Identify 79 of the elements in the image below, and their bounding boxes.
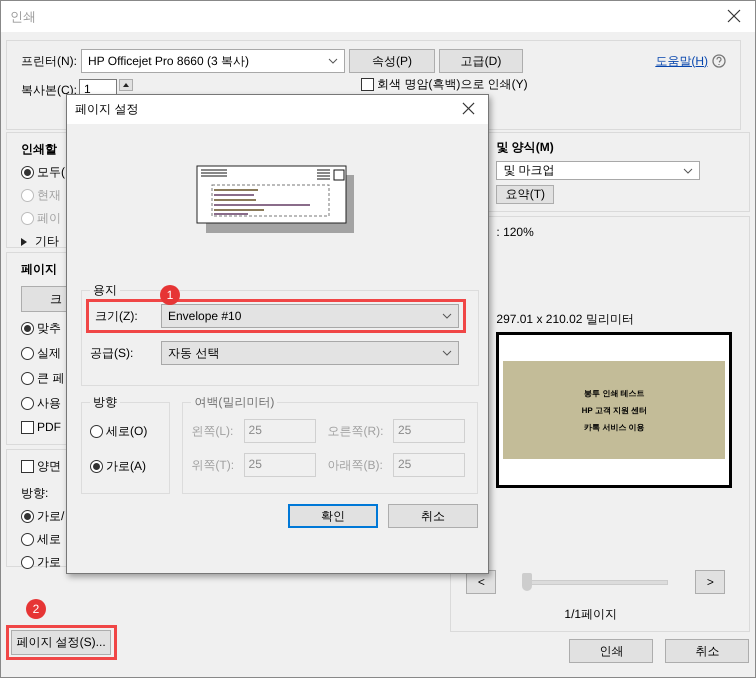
- radio-label: 세로(O): [106, 423, 148, 440]
- margin-label: 아래쪽(B):: [328, 456, 384, 474]
- checkbox[interactable]: [21, 420, 34, 434]
- ok-button[interactable]: 확인: [288, 504, 378, 528]
- slider-thumb[interactable]: [522, 573, 532, 591]
- radio-button[interactable]: [21, 347, 34, 360]
- preview-text: HP 고객 지원 센터: [582, 404, 648, 416]
- radio-button[interactable]: [21, 510, 34, 523]
- checkbox[interactable]: [21, 460, 34, 473]
- chevron-icon: [328, 58, 338, 64]
- step-badge: 1: [160, 285, 180, 305]
- page-counter: 1/1페이지: [564, 606, 618, 623]
- checkbox-label: 회색 명암(흑백)으로 인쇄(Y): [377, 76, 528, 92]
- scale-text: : 120%: [496, 225, 535, 239]
- group-title: 여백(밀리미터): [193, 394, 276, 411]
- group-title: 방향: [92, 394, 118, 411]
- radio-button[interactable]: [21, 166, 34, 179]
- checkbox-label: 양면: [37, 458, 61, 475]
- section-title: 및 양식(M): [496, 139, 555, 156]
- radio-label: 사용: [37, 395, 61, 412]
- chevron-icon: [683, 168, 694, 174]
- copies-label: 복사본(C):: [21, 82, 77, 98]
- spin-up-button[interactable]: [119, 79, 133, 91]
- radio-button[interactable]: [21, 322, 34, 335]
- radio-label: 맞추: [37, 320, 61, 337]
- orientation-label: 방향:: [21, 485, 50, 502]
- source-dropdown[interactable]: 자동 선택: [161, 341, 459, 365]
- radio-label: 큰 페: [37, 370, 64, 387]
- radio-button[interactable]: [90, 425, 103, 438]
- radio-button[interactable]: [90, 460, 103, 473]
- size-dropdown[interactable]: Envelope #10: [161, 304, 459, 328]
- summary-button[interactable]: 요약(T): [496, 185, 554, 204]
- radio-label: 가로: [37, 554, 61, 571]
- print-button[interactable]: 인쇄: [569, 639, 654, 663]
- preview-text: 카톡 서비스 이용: [584, 422, 645, 433]
- window-title: 인쇄: [10, 8, 36, 26]
- page-setup-button[interactable]: 페이지 설정(S)...: [11, 630, 111, 655]
- checkbox-label: PDF: [37, 420, 61, 434]
- help-link[interactable]: 도움말(H): [655, 52, 708, 70]
- radio-label: 모두(: [37, 164, 65, 181]
- radio-label: 페이: [37, 210, 61, 227]
- radio-button[interactable]: [21, 556, 34, 569]
- margin-label: 오른쪽(R):: [328, 422, 385, 440]
- more-label: 기타: [35, 233, 59, 250]
- section-title: 인쇄할: [21, 141, 58, 158]
- checkbox[interactable]: [361, 78, 374, 90]
- chevron-icon: [442, 313, 452, 319]
- radio-label: 가로(A): [106, 458, 146, 475]
- radio-label: 가로/: [37, 508, 64, 525]
- margin-label: 왼쪽(L):: [191, 422, 234, 440]
- preview-text: 봉투 인쇄 테스트: [584, 388, 645, 399]
- next-button[interactable]: >: [695, 570, 726, 594]
- close-button[interactable]: [727, 8, 743, 24]
- radio-label: 현재: [37, 187, 61, 204]
- printer-label: 프린터(N):: [21, 52, 77, 70]
- radio-label: 세로: [37, 531, 61, 548]
- advanced-button[interactable]: 고급(D): [439, 49, 523, 73]
- dimensions-text: 297.01 x 210.02 밀리미터: [496, 311, 635, 328]
- chevron-icon: [442, 350, 452, 356]
- close-icon: [727, 8, 741, 22]
- comments-dropdown[interactable]: 및 마크업: [496, 161, 700, 180]
- printer-dropdown[interactable]: HP Officejet Pro 8660 (3 복사): [81, 49, 345, 73]
- radio-button[interactable]: [21, 372, 34, 385]
- cancel-button[interactable]: 취소: [388, 504, 478, 528]
- section-title: 페이지: [21, 261, 58, 278]
- page-slider[interactable]: [522, 572, 668, 592]
- step-badge: 2: [26, 599, 46, 619]
- margin-label: 위쪽(T):: [191, 456, 236, 474]
- radio-button[interactable]: [21, 397, 34, 410]
- help-icon[interactable]: [712, 54, 726, 68]
- properties-button[interactable]: 속성(P): [349, 49, 435, 73]
- close-icon: [462, 102, 475, 114]
- up-arrow-icon: [123, 83, 129, 87]
- source-label: 공급(S):: [90, 344, 134, 362]
- dialog-title: 페이지 설정: [75, 101, 138, 118]
- radio-label: 실제: [37, 345, 61, 362]
- radio-button[interactable]: [21, 533, 34, 546]
- cancel-button[interactable]: 취소: [665, 639, 750, 663]
- expand-icon[interactable]: [21, 238, 27, 246]
